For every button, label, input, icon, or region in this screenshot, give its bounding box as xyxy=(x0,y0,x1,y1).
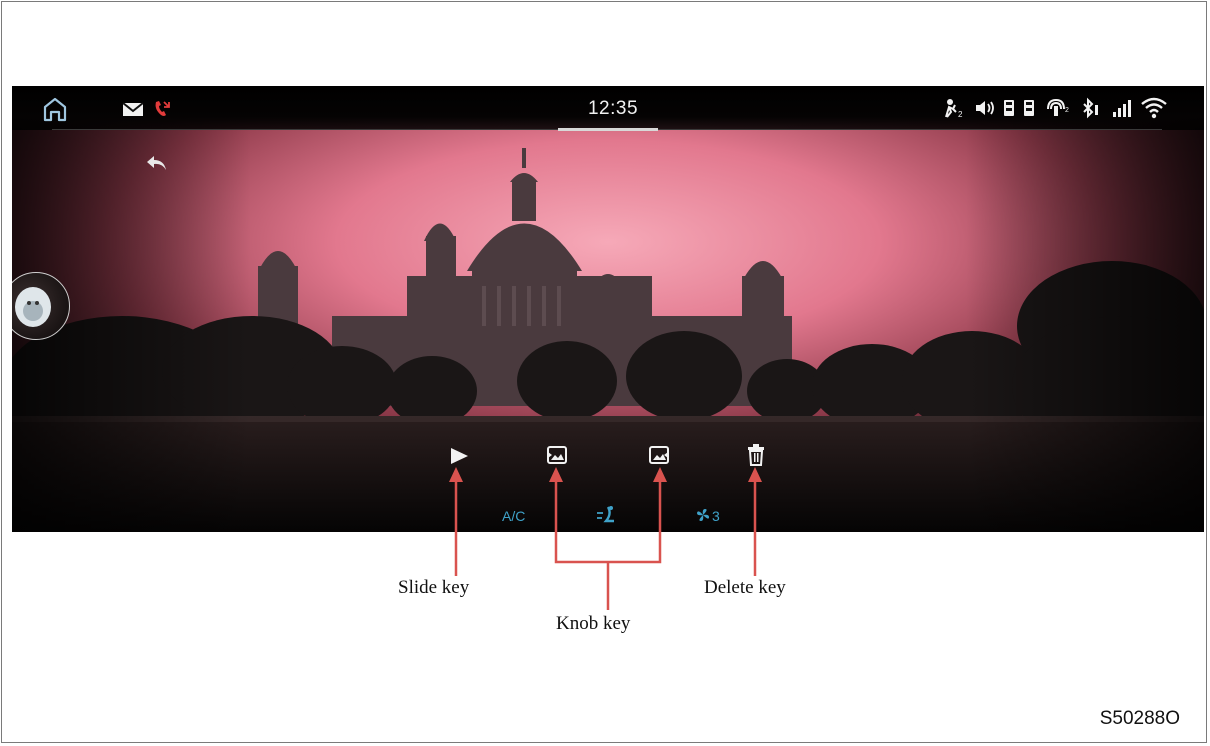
mail-icon[interactable] xyxy=(122,102,144,117)
wireless-charging-icon: 2 xyxy=(1047,98,1069,116)
time-underline xyxy=(558,128,658,131)
usb-icon xyxy=(1024,100,1034,116)
usb-icon xyxy=(1004,100,1014,116)
fan-icon[interactable] xyxy=(696,508,710,522)
svg-text:2: 2 xyxy=(1065,107,1069,114)
wifi-icon xyxy=(1141,97,1167,119)
airflow-seat-icon[interactable] xyxy=(594,504,620,526)
play-icon[interactable] xyxy=(448,446,470,466)
driver-profile-icon: 2 xyxy=(945,99,963,118)
missed-call-icon[interactable] xyxy=(152,99,172,119)
trash-icon[interactable] xyxy=(746,443,766,467)
back-arrow-icon[interactable] xyxy=(144,152,170,174)
next-picture-icon[interactable] xyxy=(648,444,670,466)
assistant-icon xyxy=(15,287,51,327)
knob-key-label: Knob key xyxy=(556,613,631,634)
home-icon[interactable] xyxy=(40,94,70,124)
slide-key-label: Slide key xyxy=(398,577,470,598)
volume-icon xyxy=(976,101,994,115)
svg-text:2: 2 xyxy=(958,110,963,118)
infotainment-screen: 12:35 2 2 A/C 3 xyxy=(12,86,1204,532)
figure-code: S50288O xyxy=(1099,708,1180,729)
ac-button[interactable]: A/C xyxy=(502,508,525,524)
cellular-signal-icon xyxy=(1113,100,1131,117)
bluetooth-icon xyxy=(1083,97,1098,119)
delete-key-label: Delete key xyxy=(704,577,786,598)
wallpaper-image xyxy=(12,86,1204,532)
fan-speed: 3 xyxy=(712,508,720,524)
previous-picture-icon[interactable] xyxy=(546,444,568,466)
clock: 12:35 xyxy=(587,98,639,119)
